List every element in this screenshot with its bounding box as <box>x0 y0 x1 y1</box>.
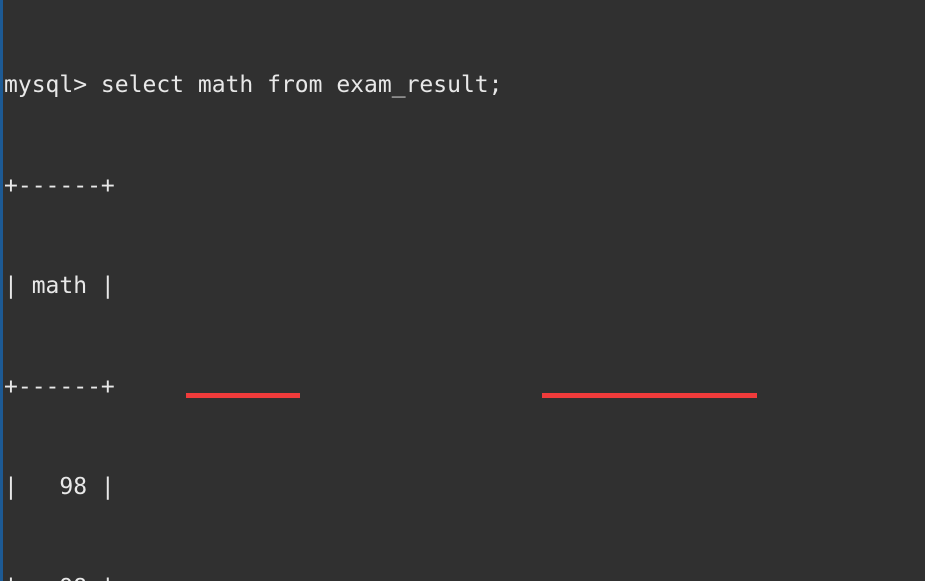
console-output[interactable]: mysql> select math from exam_result; +--… <box>4 2 807 581</box>
terminal-window: mysql> select math from exam_result; +--… <box>0 0 925 581</box>
console-line: | math | <box>4 273 115 299</box>
console-line: | 98 | <box>4 572 807 581</box>
console-line: | 98 | <box>4 474 115 500</box>
console-line: mysql> select math from exam_result; <box>4 72 503 98</box>
window-left-edge-strip <box>0 0 3 581</box>
annotation-underline-sum-math <box>186 393 300 398</box>
console-line: +------+ <box>4 373 115 400</box>
console-line: +------+ <box>4 172 115 199</box>
annotation-underline-where-clause <box>542 393 757 398</box>
